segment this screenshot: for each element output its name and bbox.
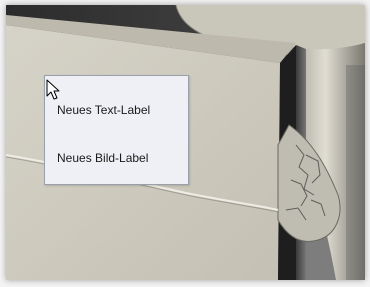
context-menu: Neues Text-Label Neues Bild-Label (44, 75, 189, 185)
menu-item-new-image-label[interactable]: Neues Bild-Label (57, 148, 180, 168)
screenshot-frame: Neues Text-Label Neues Bild-Label (6, 5, 365, 280)
arrow-cursor-icon (46, 79, 60, 100)
menu-item-new-text-label[interactable]: Neues Text-Label (57, 100, 180, 120)
